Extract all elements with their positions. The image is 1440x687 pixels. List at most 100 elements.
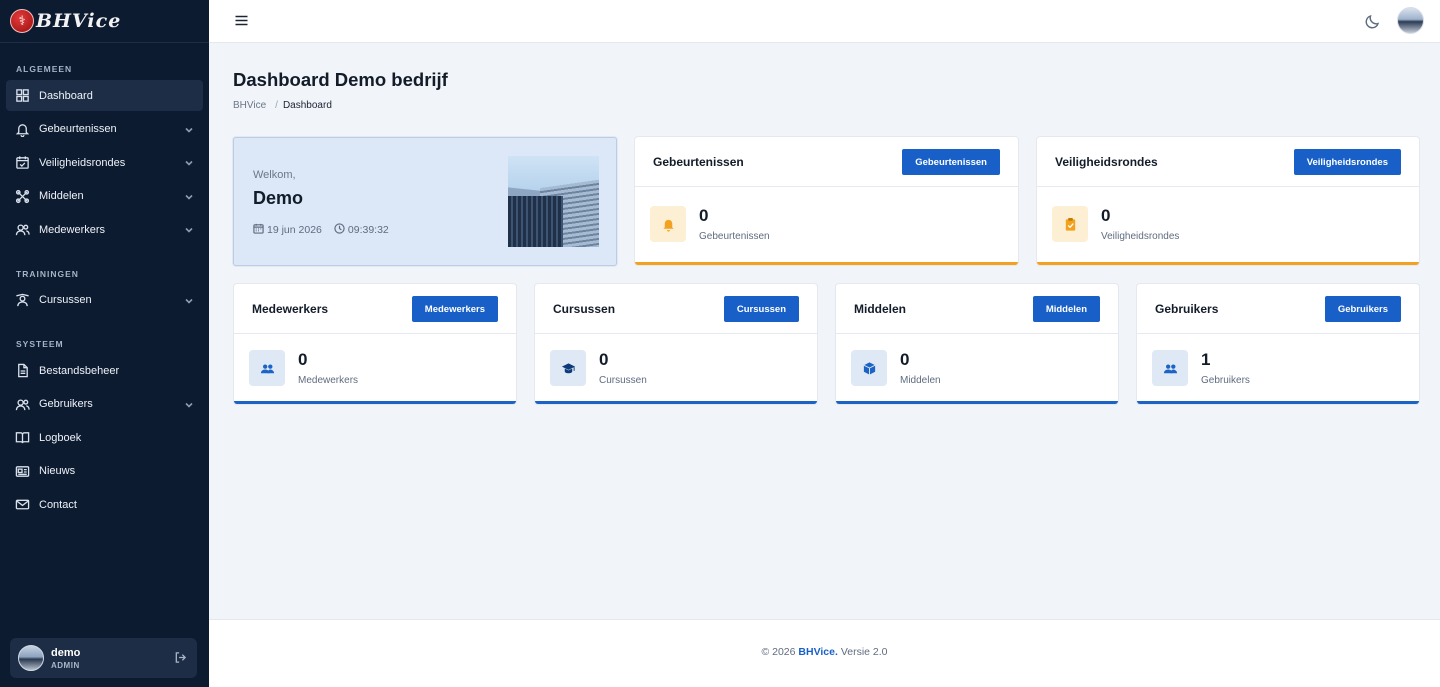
stat-value: 0 — [298, 350, 308, 369]
sidebar-item-contact[interactable]: Contact — [6, 489, 203, 520]
top-header — [209, 0, 1440, 43]
stat-value: 0 — [599, 350, 609, 369]
sidebar-item-label: Middelen — [39, 190, 84, 202]
sidebar-item-label: Nieuws — [39, 465, 76, 477]
user-name: demo — [51, 646, 81, 659]
book-icon — [14, 430, 30, 446]
clock-icon — [334, 223, 348, 237]
calendar-icon — [253, 223, 267, 237]
stat-card-veiligheidsrondes: Veiligheidsrondes Veiligheidsrondes 0 Ve… — [1037, 137, 1419, 265]
breadcrumb: BHVice / Dashboard — [233, 100, 332, 111]
stat-card-header: Cursussen Cursussen — [535, 284, 817, 334]
caduceus-icon: ⚕ — [10, 9, 34, 33]
stat-card-medewerkers: Medewerkers Medewerkers 0 Medewerkers — [234, 284, 516, 404]
stat-value: 0 — [699, 206, 709, 225]
grid-icon — [14, 88, 30, 104]
hamburger-menu-icon[interactable] — [234, 13, 249, 33]
sidebar-item-label: Logboek — [39, 431, 82, 444]
sidebar-item-dashboard[interactable]: Dashboard — [6, 80, 203, 111]
sidebar-item-middelen[interactable]: Middelen — [6, 181, 203, 212]
stat-label: Cursussen — [599, 375, 647, 386]
footer-brand[interactable]: BHVice. — [798, 646, 838, 658]
stat-card-body: 0 Middelen — [836, 334, 1118, 410]
stat-card-body: 0 Veiligheidsrondes — [1037, 187, 1419, 263]
stat-card-body: 0 Gebeurtenissen — [635, 187, 1018, 263]
sidebar-item-label: Bestandsbeheer — [39, 364, 120, 377]
stat-card-header: Veiligheidsrondes Veiligheidsrondes — [1037, 137, 1419, 187]
sidebar-item-logboek[interactable]: Logboek — [6, 422, 203, 453]
medewerkers-button[interactable]: Medewerkers — [411, 296, 498, 322]
stat-value: 0 — [900, 350, 910, 369]
stat-label: Gebruikers — [1201, 375, 1250, 386]
stat-value: 1 — [1201, 350, 1211, 369]
stat-label: Medewerkers — [298, 375, 359, 386]
stat-label: Gebeurtenissen — [699, 231, 770, 242]
nav-section-title: TRAININGEN — [16, 268, 79, 279]
avatar — [18, 645, 44, 671]
welcome-meta: 19 jun 2026 09:39:32 — [253, 223, 389, 237]
sidebar-item-cursussen[interactable]: Cursussen — [6, 285, 203, 316]
chevron-down-icon — [185, 158, 193, 170]
sidebar: ⚕ BHVice ALGEMEEN Dashboard Gebeurteniss… — [0, 0, 209, 687]
bell-icon — [650, 206, 686, 242]
logo[interactable]: ⚕ BHVice — [0, 0, 209, 43]
chevron-down-icon — [185, 400, 193, 412]
sidebar-item-label: Medewerkers — [39, 223, 106, 236]
mail-icon — [14, 497, 30, 513]
sidebar-item-gebruikers[interactable]: Gebruikers — [6, 389, 203, 420]
users-icon — [14, 222, 30, 238]
middelen-button[interactable]: Middelen — [1032, 296, 1100, 322]
cursussen-button[interactable]: Cursussen — [723, 296, 799, 322]
stat-card-title: Gebeurtenissen — [653, 155, 744, 169]
stat-card-header: Gebruikers Gebruikers — [1137, 284, 1419, 334]
sidebar-item-label: Gebruikers — [39, 398, 93, 410]
stat-card-body: 0 Cursussen — [535, 334, 817, 410]
stat-card-header: Middelen Middelen — [836, 284, 1118, 334]
veiligheidsrondes-button[interactable]: Veiligheidsrondes — [1293, 149, 1401, 175]
chevron-down-icon — [185, 192, 193, 204]
nav-section-title: SYSTEEM — [16, 339, 64, 349]
users-icon — [1152, 350, 1188, 386]
box-icon — [851, 350, 887, 386]
header-avatar[interactable] — [1397, 7, 1424, 34]
graduation-cap-icon — [550, 350, 586, 386]
sidebar-item-gebeurtenissen[interactable]: Gebeurtenissen — [6, 114, 203, 145]
building-image — [508, 156, 599, 247]
gebruikers-button[interactable]: Gebruikers — [1324, 296, 1401, 322]
chevron-down-icon — [185, 296, 193, 308]
chevron-down-icon — [185, 125, 193, 137]
sidebar-item-nieuws[interactable]: Nieuws — [6, 456, 203, 487]
logout-icon[interactable] — [174, 651, 187, 669]
breadcrumb-current: Dashboard — [282, 100, 332, 111]
stat-label: Veiligheidsrondes — [1101, 231, 1180, 242]
footer: © 2026 BHVice. Versie 2.0 — [209, 619, 1440, 687]
sidebar-item-label: Veiligheidsrondes — [39, 156, 126, 169]
stat-card-cursussen: Cursussen Cursussen 0 Cursussen — [535, 284, 817, 404]
sidebar-item-veiligheidsrondes[interactable]: Veiligheidsrondes — [6, 147, 203, 178]
stat-card-header: Medewerkers Medewerkers — [234, 284, 516, 334]
stat-card-middelen: Middelen Middelen 0 Middelen — [836, 284, 1118, 404]
training-icon — [14, 292, 30, 308]
breadcrumb-root[interactable]: BHVice — [233, 100, 266, 111]
page-title: Dashboard Demo bedrijf — [233, 69, 448, 90]
breadcrumb-separator: / — [275, 100, 278, 111]
bell-icon — [14, 121, 30, 137]
nav-section-title: ALGEMEEN — [16, 64, 73, 74]
sidebar-item-label: Gebeurtenissen — [39, 123, 117, 135]
stat-card-title: Veiligheidsrondes — [1055, 155, 1158, 169]
user-profile-card[interactable]: demo ADMIN — [10, 638, 197, 678]
gebeurtenissen-button[interactable]: Gebeurtenissen — [902, 149, 1000, 175]
sidebar-item-medewerkers[interactable]: Medewerkers — [6, 214, 203, 245]
stat-value: 0 — [1101, 206, 1111, 225]
logo-text: BHVice — [36, 10, 122, 32]
welcome-date: 19 jun 2026 — [267, 224, 322, 236]
stat-card-title: Cursussen — [553, 302, 616, 316]
stat-card-gebeurtenissen: Gebeurtenissen Gebeurtenissen 0 Gebeurte… — [635, 137, 1018, 265]
welcome-time: 09:39:32 — [347, 224, 389, 236]
user-role: ADMIN — [51, 660, 80, 670]
sidebar-item-bestandsbeheer[interactable]: Bestandsbeheer — [6, 355, 203, 386]
welcome-greeting: Welkom, — [253, 169, 296, 181]
stat-card-body: 0 Medewerkers — [234, 334, 516, 410]
footer-version: Versie 2.0 — [837, 646, 888, 658]
moon-icon[interactable] — [1365, 13, 1381, 34]
